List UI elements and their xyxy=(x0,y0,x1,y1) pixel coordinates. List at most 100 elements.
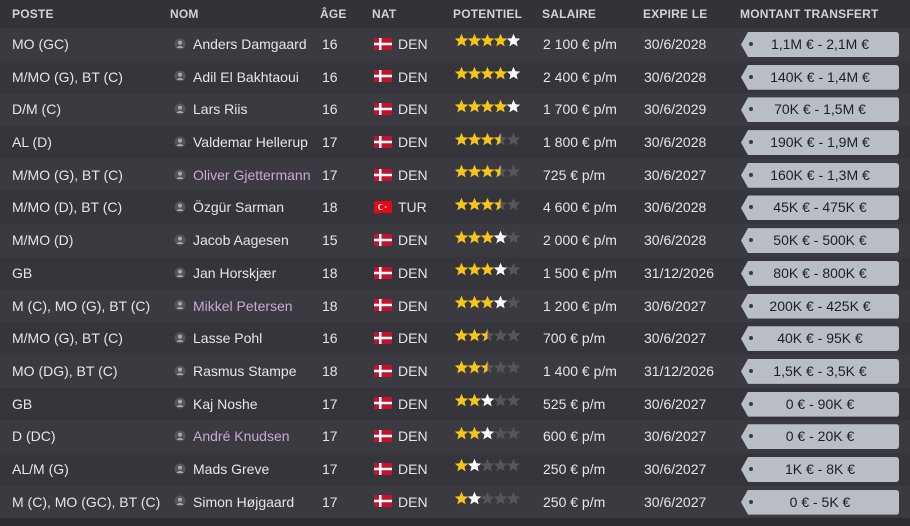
player-age: 16 xyxy=(322,36,338,52)
transfer-value-tag[interactable]: 1,5K € - 3,5K € xyxy=(741,358,899,384)
player-name-link[interactable]: Kaj Noshe xyxy=(193,388,258,421)
contract-expiry: 30/6/2028 xyxy=(644,36,707,52)
player-age: 17 xyxy=(322,460,338,477)
transfer-value-tag[interactable]: 140K € - 1,4M € xyxy=(741,64,899,90)
transfer-value-tag[interactable]: 190K € - 1,9M € xyxy=(741,130,899,156)
transfer-value-tag[interactable]: 160K € - 1,3M € xyxy=(741,162,899,188)
column-header-position[interactable]: POSTE xyxy=(12,7,54,21)
player-name-link[interactable]: Anders Damgaard xyxy=(193,28,307,61)
table-row[interactable]: GB Kaj Noshe 17 DEN 525 € p/m 30/6/2027 0 € - … xyxy=(0,387,910,421)
player-nationality: DEN xyxy=(398,68,428,85)
table-row[interactable]: D/M (C) Lars Riis 16 DEN 1 700 € p/m 30/6/202… xyxy=(0,93,910,127)
nationality-flag xyxy=(374,224,392,257)
player-name-link[interactable]: Mads Greve xyxy=(193,453,269,486)
table-row[interactable]: GB Jan Horskjær 18 DEN 1 500 € p/m 31/12/2026… xyxy=(0,256,910,290)
potential-rating xyxy=(454,420,521,453)
transfer-value-tag[interactable]: 0 € - 20K € xyxy=(741,424,899,450)
table-row[interactable]: MO (DG), BT (C) Rasmus Stampe 18 DEN 1 400 €… xyxy=(0,354,910,388)
player-name-link[interactable]: Rasmus Stampe xyxy=(193,355,296,388)
transfer-value-tag[interactable]: 40K € - 95K € xyxy=(741,326,899,352)
player-age: 15 xyxy=(322,232,338,249)
nationality-flag xyxy=(374,191,392,224)
denmark-flag-icon xyxy=(374,299,392,312)
star-icon xyxy=(506,328,521,342)
transfer-value-tag[interactable]: 50K € - 500K € xyxy=(741,228,899,254)
tag-hole-icon xyxy=(749,270,753,275)
nationality-flag xyxy=(374,420,392,453)
transfer-value-tag[interactable]: 80K € - 800K € xyxy=(741,260,899,286)
column-header-name[interactable]: NOM xyxy=(170,7,199,21)
transfer-value-tag[interactable]: 0 € - 90K € xyxy=(741,391,899,417)
table-row[interactable]: MO (GC) Anders Damgaard 16 DEN 2 100 € p/m 30… xyxy=(0,28,910,61)
table-row[interactable]: M/MO (D), BT (C) Özgür Sarman 18 TUR 4 600 €… xyxy=(0,191,910,225)
player-nationality: DEN xyxy=(398,362,428,379)
transfer-value-tag[interactable]: 45K € - 475K € xyxy=(741,195,899,221)
table-row[interactable]: M/MO (G), BT (C) Lasse Pohl 16 DEN 700 € p/m… xyxy=(0,322,910,355)
potential-rating xyxy=(454,355,521,388)
denmark-flag-icon xyxy=(374,266,392,279)
player-nationality: DEN xyxy=(398,134,428,151)
player-name-link[interactable]: Mikkel Petersen xyxy=(193,290,293,323)
nationality-flag xyxy=(374,61,392,94)
column-header-expires[interactable]: EXPIRE LE xyxy=(643,7,707,21)
nationality-flag xyxy=(374,486,392,519)
player-name-link[interactable]: Simon Højgaard xyxy=(193,486,294,519)
potential-rating xyxy=(454,61,521,94)
person-icon xyxy=(174,486,188,519)
table-row[interactable]: AL/M (G) Mads Greve 17 DEN 250 € p/m 30/6/202… xyxy=(0,452,910,486)
player-name-link[interactable]: Özgür Sarman xyxy=(193,191,284,224)
transfer-value-tag[interactable]: 0 € - 5K € xyxy=(741,489,899,515)
person-icon xyxy=(174,355,188,388)
player-salary: 725 € p/m xyxy=(543,166,606,183)
transfer-value: 45K € - 475K € xyxy=(773,199,867,216)
potential-rating xyxy=(454,290,521,323)
column-header-age[interactable]: ÂGE xyxy=(320,7,347,21)
table-row[interactable]: AL (D) Valdemar Hellerup 17 DEN 1 800 € p/m 3… xyxy=(0,126,910,159)
star-icon xyxy=(506,263,521,276)
transfer-value-tag[interactable]: 200K € - 425K € xyxy=(741,293,899,319)
player-name-link[interactable]: Oliver Gjettermann xyxy=(193,159,310,192)
table-row[interactable]: M/MO (G), BT (C) Adil El Bakhtaoui 16 DEN 2 … xyxy=(0,60,910,94)
player-salary: 1 800 € p/m xyxy=(543,134,617,151)
player-name-link[interactable]: Jacob Aagesen xyxy=(193,224,289,257)
player-position: MO (GC) xyxy=(12,36,69,52)
tag-hole-icon xyxy=(749,303,753,308)
player-name-link[interactable]: Jan Horskjær xyxy=(193,257,276,290)
player-nationality: DEN xyxy=(398,166,428,183)
player-name-link[interactable]: Valdemar Hellerup xyxy=(193,126,308,159)
table-row[interactable]: M/MO (G), BT (C) Oliver Gjettermann 17 DEN 7… xyxy=(0,158,910,192)
transfer-value: 190K € - 1,9M € xyxy=(770,134,870,151)
table-row[interactable]: M/MO (D) Jacob Aagesen 15 DEN 2 000 € p/m 30/… xyxy=(0,224,910,257)
person-icon xyxy=(174,420,188,453)
star-icon xyxy=(506,295,521,309)
player-age: 17 xyxy=(322,493,338,510)
column-header-nat[interactable]: NAT xyxy=(372,7,396,21)
nationality-flag xyxy=(374,453,392,486)
transfer-value-tag[interactable]: 1K € - 8K € xyxy=(741,456,899,482)
table-row[interactable]: D (DC) André Knudsen 17 DEN 600 € p/m 30/6/20… xyxy=(0,420,910,453)
transfer-value-tag[interactable]: 1,1M € - 2,1M € xyxy=(741,32,899,57)
table-row[interactable]: M (C), MO (G), BT (C) Mikkel Petersen 18 DE… xyxy=(0,289,910,323)
denmark-flag-icon xyxy=(374,70,392,83)
column-header-transfer[interactable]: MONTANT TRANSFERT xyxy=(740,7,879,21)
player-age: 16 xyxy=(322,68,338,85)
transfer-value: 0 € - 90K € xyxy=(785,395,855,412)
transfer-value: 80K € - 800K € xyxy=(773,264,867,281)
player-name-link[interactable]: André Knudsen xyxy=(193,420,290,453)
turkey-flag-icon xyxy=(374,201,392,214)
person-icon xyxy=(174,159,188,192)
contract-expiry: 30/6/2027 xyxy=(644,395,707,412)
player-position: AL (D) xyxy=(12,134,52,151)
transfer-value-tag[interactable]: 70K € - 1,5M € xyxy=(741,97,899,123)
column-header-salary[interactable]: SALAIRE xyxy=(542,7,596,21)
person-icon xyxy=(174,224,188,257)
nationality-flag xyxy=(374,93,392,126)
column-header-potential[interactable]: POTENTIEL xyxy=(453,7,522,21)
person-icon xyxy=(174,28,188,61)
nationality-flag xyxy=(374,159,392,192)
player-name-link[interactable]: Adil El Bakhtaoui xyxy=(193,61,299,94)
person-icon xyxy=(174,257,188,290)
table-row[interactable]: M (C), MO (GC), BT (C) Simon Højgaard 17 DE… xyxy=(0,485,910,519)
player-name-link[interactable]: Lasse Pohl xyxy=(193,322,262,355)
player-name-link[interactable]: Lars Riis xyxy=(193,93,247,126)
